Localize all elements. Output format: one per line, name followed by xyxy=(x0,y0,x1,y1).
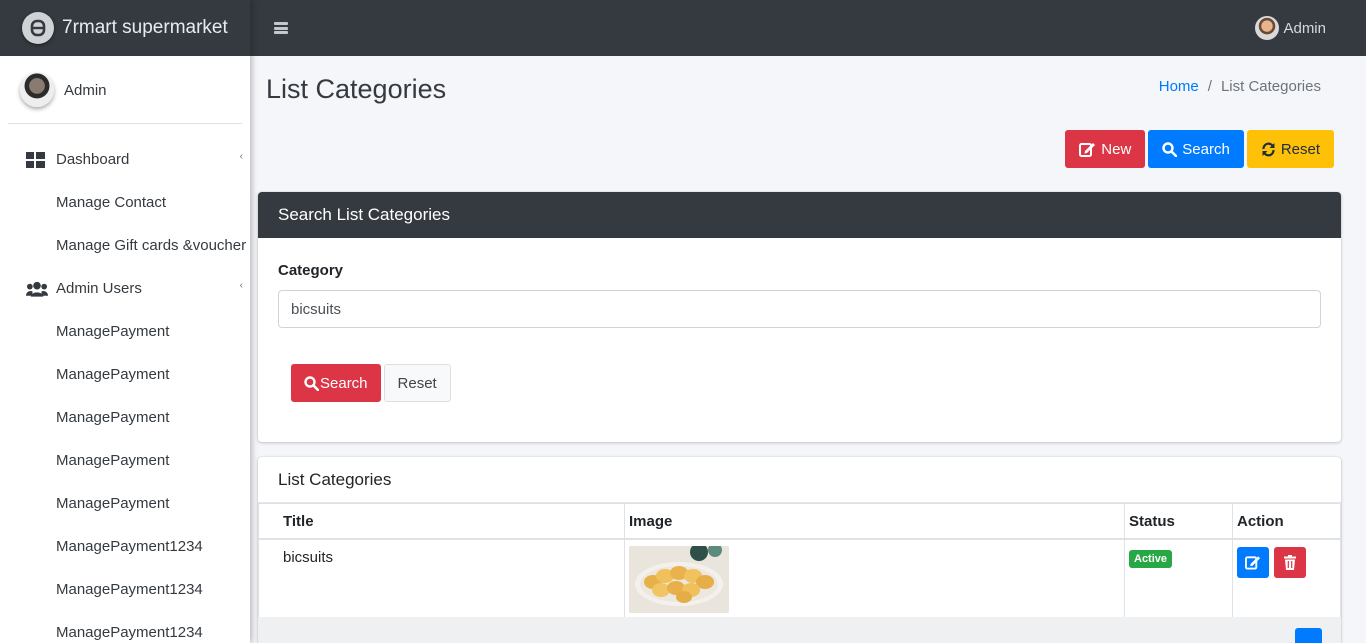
row-title: bicsuits xyxy=(258,538,625,618)
categories-table: Title Image Status Action bicsuits Activ… xyxy=(258,503,1341,618)
column-header-title: Title xyxy=(258,503,625,540)
edit-icon xyxy=(1245,555,1261,570)
sidebar-item-managepayment1234[interactable]: ManagePayment1234 xyxy=(0,525,250,568)
list-card-header: List Categories xyxy=(258,457,1341,503)
sidebar-item-label: ManagePayment xyxy=(56,366,170,383)
avatar xyxy=(20,73,54,107)
trash-icon xyxy=(1284,554,1296,570)
breadcrumb: Home / List Categories xyxy=(1159,78,1321,95)
users-icon xyxy=(26,280,48,298)
reset-button-label: Reset xyxy=(1280,140,1320,158)
column-header-action: Action xyxy=(1232,503,1341,540)
sidebar-item-managepayment[interactable]: ManagePayment xyxy=(0,396,250,439)
top-navbar: Admin xyxy=(250,0,1366,56)
page-title: List Categories xyxy=(266,74,447,104)
table-row: bicsuits Active xyxy=(258,538,1341,618)
sidebar-item-label: ManagePayment1234 xyxy=(56,538,203,555)
delete-button[interactable] xyxy=(1274,546,1306,578)
status-badge: Active xyxy=(1129,549,1173,568)
breadcrumb-separator: / xyxy=(1207,78,1212,95)
search-reset-button[interactable]: Reset xyxy=(383,364,451,402)
sidebar-item-managepayment[interactable]: ManagePayment xyxy=(0,310,250,353)
table-header-row: Title Image Status Action xyxy=(258,503,1341,540)
new-button-label: New xyxy=(1101,140,1132,158)
sidebar-item-label: Dashboard xyxy=(56,151,130,168)
search-form-actions: Search Reset xyxy=(291,364,451,402)
search-button-label: Search xyxy=(1182,140,1230,158)
dashboard-grid-icon xyxy=(26,151,48,169)
sidebar-item-label: ManagePayment xyxy=(56,495,170,512)
sidebar-item-label: Manage Gift cards &voucher xyxy=(56,237,247,254)
new-button[interactable]: New xyxy=(1065,130,1146,168)
refresh-icon xyxy=(1262,142,1275,156)
user-panel[interactable]: Admin xyxy=(8,56,242,124)
row-actions xyxy=(1237,546,1336,578)
brand-logo-icon xyxy=(22,12,54,44)
search-submit-label: Search xyxy=(320,374,368,392)
column-header-status: Status xyxy=(1124,503,1233,540)
search-icon xyxy=(304,375,319,391)
search-submit-button[interactable]: Search xyxy=(291,364,381,402)
sidebar-item-dashboard[interactable]: Dashboard ‹ xyxy=(0,138,250,181)
sidebar: 7rmart supermarket Admin Dashboard ‹ Man… xyxy=(0,0,250,643)
sidebar-item-manage-gift-cards[interactable]: Manage Gift cards &voucher xyxy=(0,224,250,267)
category-input[interactable] xyxy=(278,290,1321,328)
search-reset-label: Reset xyxy=(397,374,437,392)
sidebar-item-label: ManagePayment xyxy=(56,409,170,426)
brand-link[interactable]: 7rmart supermarket xyxy=(0,0,250,56)
sidebar-item-manage-contact[interactable]: Manage Contact xyxy=(0,181,250,224)
hamburger-menu-icon[interactable] xyxy=(274,21,288,35)
sidebar-item-label: Manage Contact xyxy=(56,194,167,211)
sidebar-item-admin-users[interactable]: Admin Users ‹ xyxy=(0,267,250,310)
sidebar-item-label: ManagePayment xyxy=(56,323,170,340)
list-card: List Categories Title Image Status Actio… xyxy=(258,457,1341,643)
sidebar-item-label: Admin Users xyxy=(56,280,142,297)
edit-button[interactable] xyxy=(1237,546,1269,578)
sidebar-item-managepayment[interactable]: ManagePayment xyxy=(0,482,250,525)
biscuits-plate-thumbnail xyxy=(629,545,729,613)
breadcrumb-home-link[interactable]: Home xyxy=(1159,78,1199,95)
search-button[interactable]: Search xyxy=(1148,130,1244,168)
main-content: List Categories Home / List Categories N… xyxy=(250,56,1366,643)
brand-name: 7rmart supermarket xyxy=(62,17,228,38)
top-user-name: Admin xyxy=(1283,19,1326,37)
search-card: Search List Categories Category Search R… xyxy=(258,192,1341,442)
sidebar-item-label: ManagePayment1234 xyxy=(56,581,203,598)
scroll-to-top-button[interactable] xyxy=(1295,628,1322,643)
sidebar-item-managepayment[interactable]: ManagePayment xyxy=(0,439,250,482)
card-footer xyxy=(258,617,1341,643)
chevron-left-icon: ‹ xyxy=(239,151,243,162)
top-user-menu[interactable]: Admin xyxy=(1255,16,1326,40)
edit-icon xyxy=(1079,142,1096,157)
sidebar-nav: Dashboard ‹ Manage Contact Manage Gift c… xyxy=(0,138,250,643)
reset-button[interactable]: Reset xyxy=(1246,130,1334,168)
sidebar-item-managepayment1234[interactable]: ManagePayment1234 xyxy=(0,568,250,611)
search-icon xyxy=(1162,141,1178,157)
toolbar: New Search Reset xyxy=(1065,130,1334,168)
category-label: Category xyxy=(278,262,344,279)
chevron-left-icon: ‹ xyxy=(239,280,243,291)
column-header-image: Image xyxy=(624,503,1125,540)
search-card-header: Search List Categories xyxy=(258,192,1341,238)
sidebar-item-managepayment[interactable]: ManagePayment xyxy=(0,353,250,396)
breadcrumb-current: List Categories xyxy=(1220,78,1321,95)
sidebar-item-label: ManagePayment1234 xyxy=(56,624,203,641)
avatar xyxy=(1255,16,1280,40)
sidebar-user-name: Admin xyxy=(64,81,107,99)
sidebar-item-label: ManagePayment xyxy=(56,452,170,469)
sidebar-item-managepayment1234[interactable]: ManagePayment1234 xyxy=(0,611,250,643)
